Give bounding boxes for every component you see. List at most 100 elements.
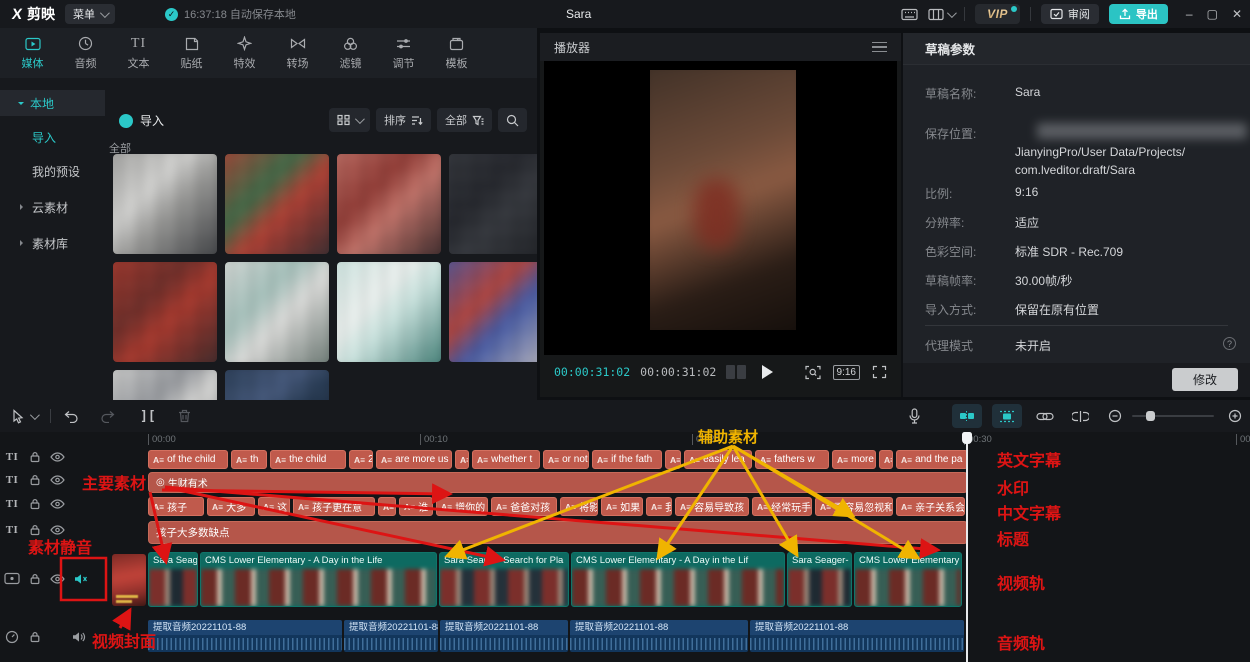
playhead-handle[interactable] (962, 432, 972, 444)
subtitle-clip[interactable]: A≡ 我 (646, 497, 672, 516)
record-voiceover-mic-icon[interactable] (908, 406, 921, 426)
subtitle-clip[interactable]: A≡ the child (270, 450, 346, 469)
select-cursor-tool[interactable] (12, 406, 24, 426)
minimize-button[interactable]: – (1186, 7, 1193, 21)
tab-transition[interactable]: 转场 (271, 35, 324, 71)
audio-clip[interactable]: 提取音频20221101-88 (570, 620, 748, 652)
title-clip[interactable]: 孩子大多数缺点 (148, 521, 968, 544)
audio-clip[interactable]: 提取音频20221101-88 (750, 620, 964, 652)
subtitle-clip[interactable]: A≡ 爸爸对孩 (491, 497, 557, 516)
media-thumbnail[interactable] (337, 262, 441, 362)
video-cover-thumbnail[interactable] (112, 554, 146, 606)
preview-zoom-icon[interactable] (805, 365, 821, 380)
tab-audio[interactable]: 音频 (59, 35, 112, 71)
modify-button[interactable]: 修改 (1172, 368, 1238, 391)
close-button[interactable]: ✕ (1232, 7, 1242, 21)
subtitle-clip[interactable]: A≡ w (879, 450, 893, 469)
subtitle-clip[interactable]: A≡ 大多 (207, 497, 255, 516)
lock-icon[interactable] (24, 451, 46, 463)
video-clip[interactable]: Sara Seager- Sea (148, 552, 198, 607)
subtitle-clip[interactable]: A≡ whether t (472, 450, 540, 469)
zoom-out-icon[interactable] (1108, 406, 1122, 426)
audio-clip[interactable]: 提取音频20221101-88 (148, 620, 342, 652)
export-button[interactable]: 导出 (1109, 4, 1168, 24)
cursor-tool-chevron[interactable] (30, 406, 37, 426)
eye-icon[interactable] (46, 475, 68, 485)
subtitle-clip[interactable]: A≡ 将影 (560, 497, 598, 516)
tab-media[interactable]: 媒体 (6, 35, 59, 71)
tab-effects[interactable]: 特效 (218, 35, 271, 71)
frame-step-icon[interactable] (726, 365, 746, 379)
subtitle-clip[interactable]: A≡ 更容易忽视和 (815, 497, 893, 516)
import-button[interactable]: 导入 (119, 112, 164, 129)
sidebar-item-library[interactable]: 素材库 (0, 230, 105, 256)
lock-icon[interactable] (24, 573, 46, 585)
layout-panels-icon[interactable] (928, 8, 954, 21)
media-thumbnail[interactable] (225, 154, 329, 254)
subtitle-clip[interactable]: A≡ are more us (376, 450, 452, 469)
subtitle-clip[interactable]: A≡ more l (832, 450, 876, 469)
playhead[interactable] (966, 432, 968, 662)
media-thumbnail[interactable] (337, 154, 441, 254)
maximize-button[interactable]: ▢ (1207, 7, 1218, 21)
lock-icon[interactable] (24, 498, 46, 510)
subtitle-clip[interactable]: A≡ 亲子关系会 (896, 497, 965, 516)
review-button[interactable]: 审阅 (1041, 4, 1099, 24)
mute-speaker-icon[interactable] (70, 573, 92, 585)
search-button[interactable] (498, 108, 527, 132)
sidebar-item-import[interactable]: 导入 (0, 124, 105, 150)
watermark-clip[interactable]: ◎ 生财有术 (148, 472, 968, 493)
lock-icon[interactable] (24, 474, 46, 486)
redo-button[interactable] (100, 406, 115, 426)
fullscreen-icon[interactable] (872, 365, 887, 379)
video-clip[interactable]: CMS Lower Elementary - A Day in the Life (200, 552, 437, 607)
filter-all-button[interactable]: 全部 (437, 108, 492, 132)
sort-button[interactable]: 排序 (376, 108, 431, 132)
video-clip[interactable]: CMS Lower Elementary - A Day in the Lif (571, 552, 785, 607)
subtitle-clip[interactable]: A≡ 2 (349, 450, 373, 469)
subtitle-clip[interactable]: A≡ 孩子 (148, 497, 204, 516)
view-mode-button[interactable] (329, 108, 370, 132)
shortcut-keyboard-icon[interactable] (901, 8, 918, 21)
subtitle-clip[interactable]: A≡ 经常玩手 (752, 497, 812, 516)
media-thumbnail[interactable] (449, 154, 537, 254)
tab-text[interactable]: TI 文本 (112, 35, 165, 71)
eye-icon[interactable] (46, 574, 68, 584)
link-materials-icon[interactable] (1036, 406, 1054, 426)
audio-clip[interactable]: 提取音频20221101-88 (344, 620, 438, 652)
subtitle-clip[interactable]: A≡ (455, 450, 469, 469)
subtitle-clip[interactable]: A≡ if the fath (592, 450, 662, 469)
vip-badge[interactable]: VIP (975, 4, 1020, 24)
subtitle-clip[interactable]: A≡ 谁 (399, 497, 433, 516)
subtitle-clip[interactable]: A≡ 容易导致孩 (675, 497, 749, 516)
tab-sticker[interactable]: 贴纸 (165, 35, 218, 71)
video-clip[interactable]: Sara Seager- (787, 552, 852, 607)
subtitle-clip[interactable]: A≡ th (231, 450, 267, 469)
subtitle-clip[interactable]: A≡ of the child (148, 450, 228, 469)
subtitle-clip[interactable]: A≡ easily lea (684, 450, 752, 469)
tab-template[interactable]: 模板 (430, 35, 483, 71)
subtitle-clip[interactable]: A≡ fathers w (755, 450, 829, 469)
magnetic-snap-toggle[interactable] (952, 404, 982, 428)
speaker-icon[interactable] (68, 631, 90, 643)
sidebar-item-presets[interactable]: 我的预设 (0, 158, 105, 184)
media-thumbnail[interactable] (449, 262, 537, 362)
unlink-split-icon[interactable] (1072, 406, 1089, 426)
timeline-zoom-slider[interactable] (1132, 415, 1214, 417)
eye-icon[interactable] (46, 499, 68, 509)
timeline-ruler[interactable]: 00:00 00:10 00:20 00:30 00:40 (0, 432, 1250, 448)
delete-button[interactable] (178, 406, 191, 426)
media-thumbnail[interactable] (225, 262, 329, 362)
subtitle-clip[interactable]: A≡ 增你的 (436, 497, 488, 516)
zoom-in-icon[interactable] (1228, 406, 1242, 426)
play-button[interactable] (762, 365, 773, 379)
aspect-ratio-button[interactable]: 9:16 (833, 365, 860, 380)
subtitle-clip[interactable]: A≡ 孩子更在意 (293, 497, 375, 516)
subtitle-clip[interactable]: A≡ or not (543, 450, 589, 469)
subtitle-clip[interactable]: A≡ and the pa (896, 450, 968, 469)
audio-clip[interactable]: 提取音频20221101-88 (440, 620, 568, 652)
info-icon[interactable]: ? (1223, 337, 1236, 350)
tab-filter[interactable]: 滤镜 (324, 35, 377, 71)
undo-button[interactable] (64, 406, 79, 426)
media-thumbnail[interactable] (113, 262, 217, 362)
